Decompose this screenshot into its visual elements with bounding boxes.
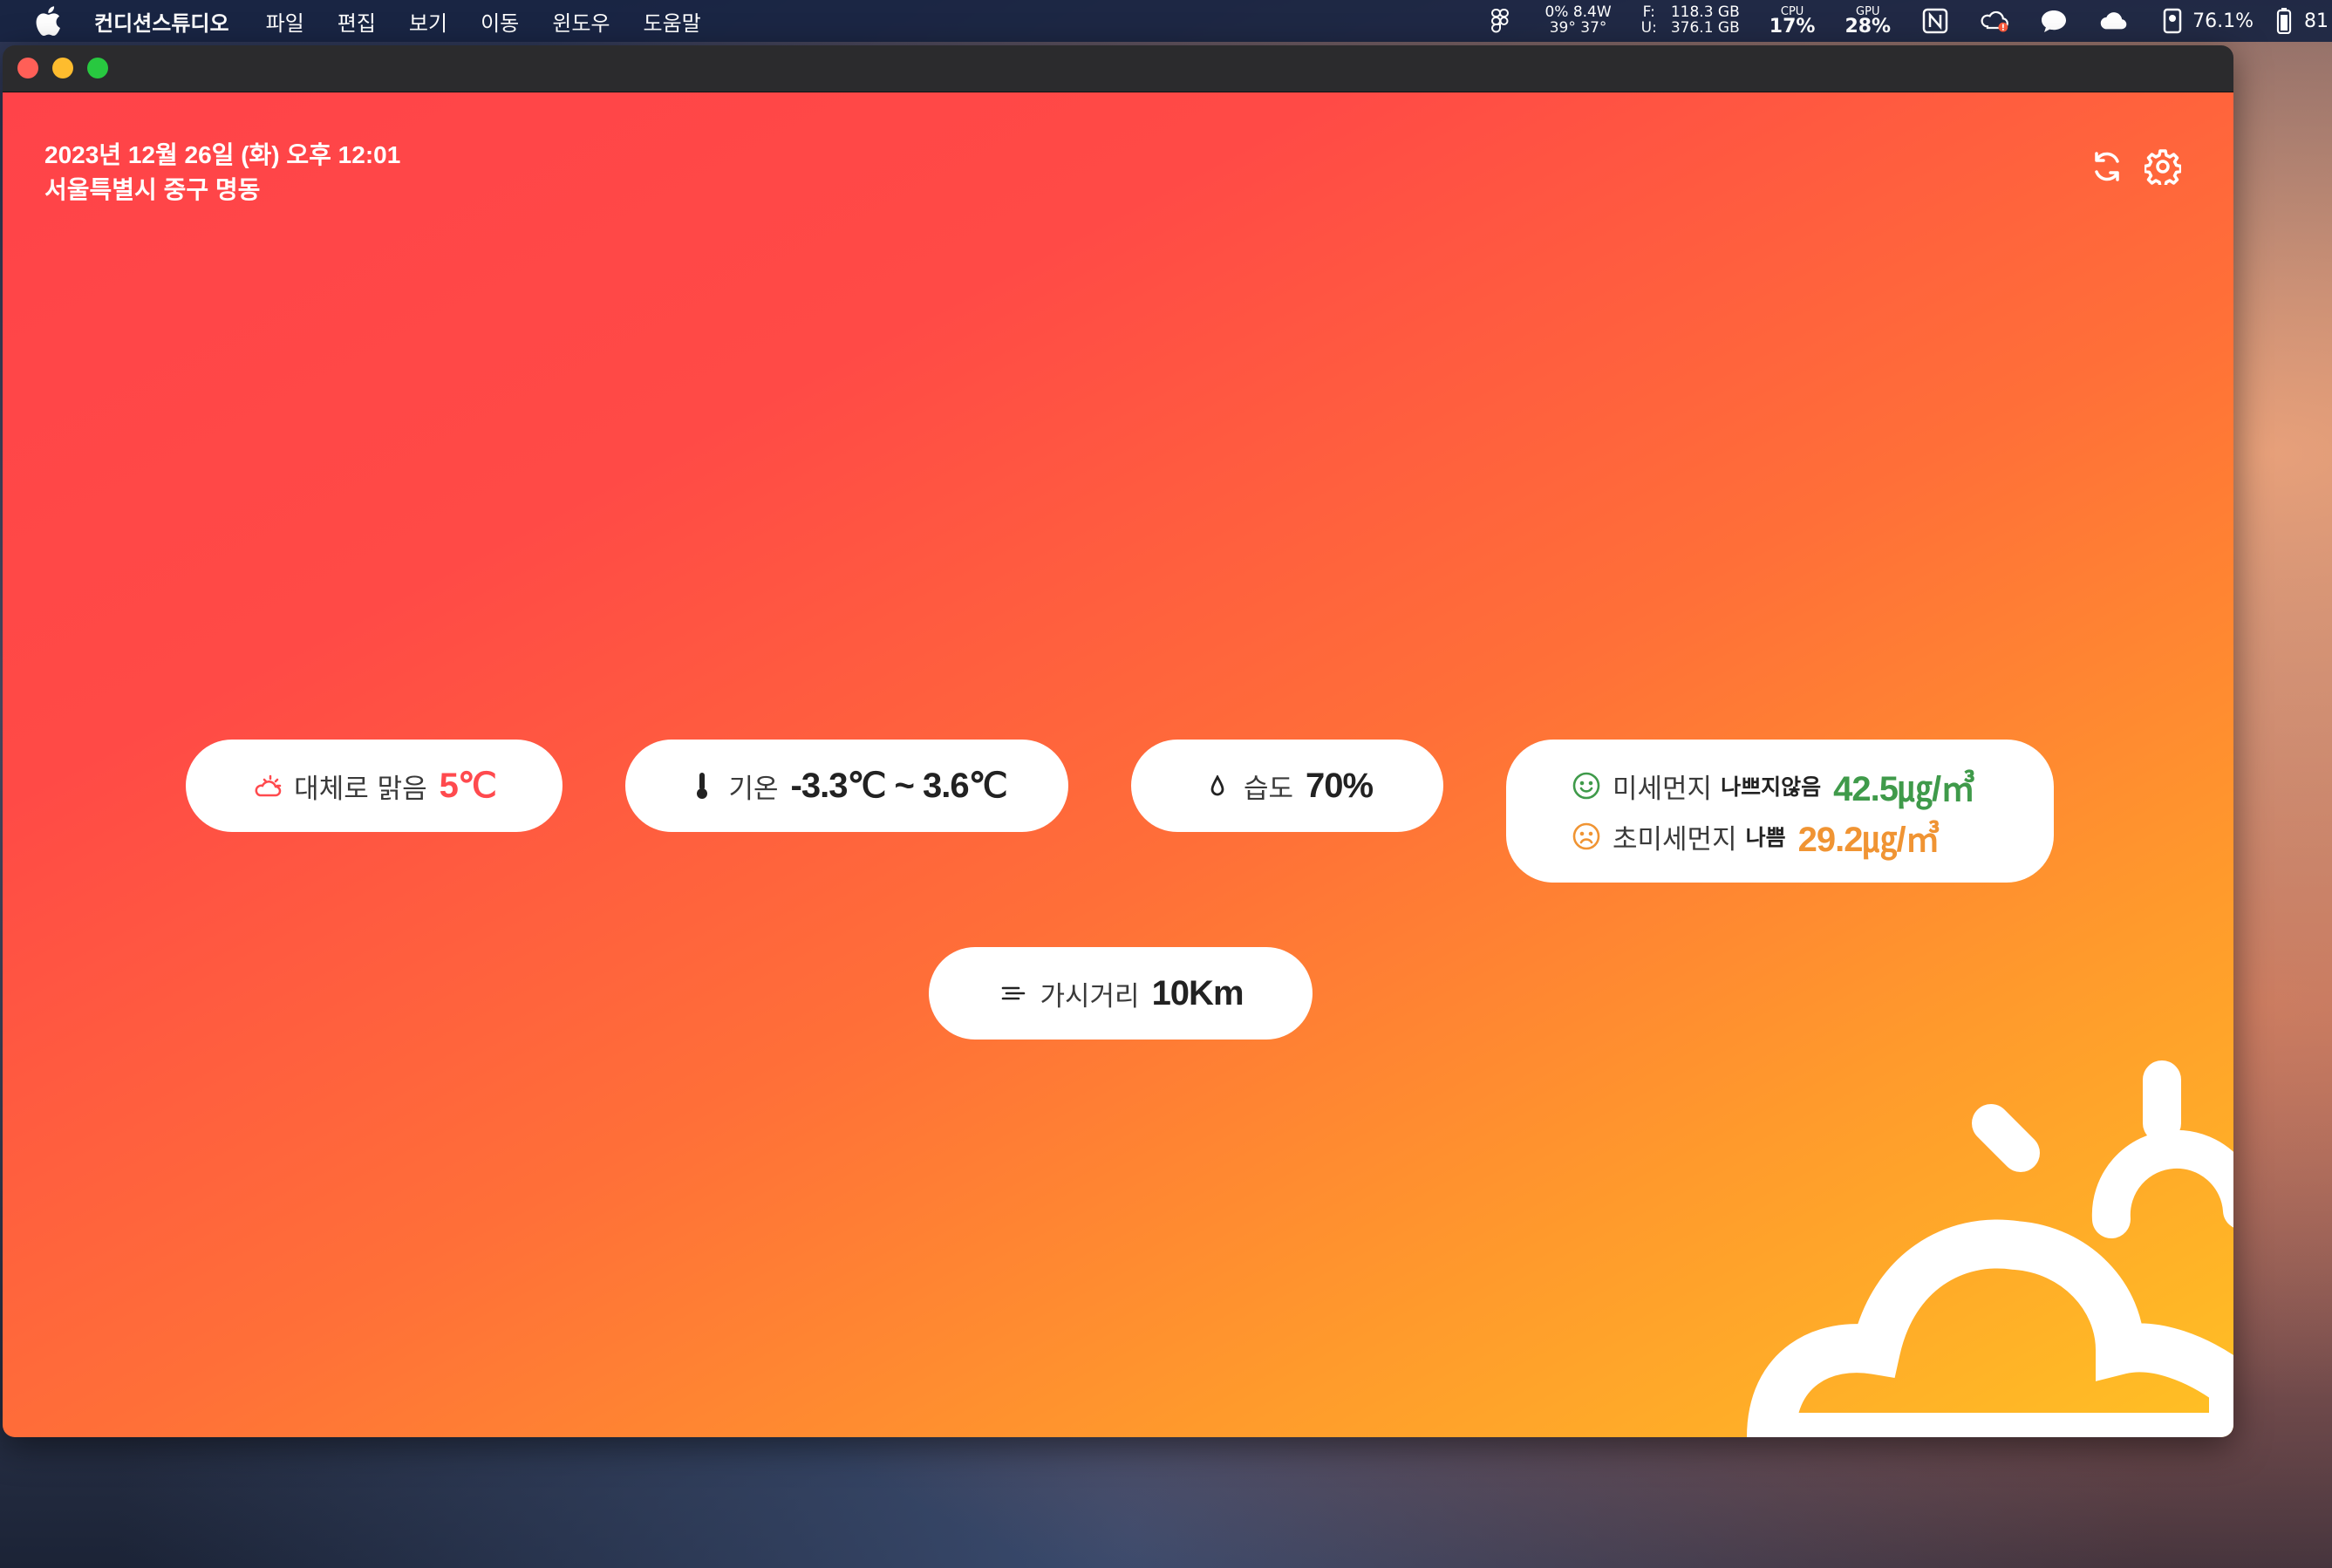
menu-edit[interactable]: 편집 [338,6,376,37]
location-text: 서울특별시 중구 명동 [44,176,261,203]
battery-value: 81 [2304,10,2329,32]
condition-temp: 5℃ [439,767,497,805]
minimize-button[interactable] [52,58,73,78]
cloud-weather-icon[interactable] [2098,6,2128,36]
apple-menu-icon[interactable] [35,6,61,37]
close-button[interactable] [17,58,38,78]
settings-gear-icon[interactable] [2144,148,2181,185]
humidity-pill: 습도 70% [1131,740,1443,832]
condition-pill: 대체로 맑음 5℃ [186,740,563,832]
menu-help[interactable]: 도움말 [644,6,701,37]
battery-icon[interactable] [2269,6,2299,36]
sad-face-icon [1571,821,1602,852]
power-stat[interactable]: 0% 8.4W 39° 37° [1544,4,1611,37]
pm10-grade: 나쁘지않음 [1721,774,1822,800]
pm10-label: 미세먼지 [1613,773,1713,805]
refresh-icon[interactable] [2089,148,2125,185]
temperature-range: -3.3℃ ~ 3.6℃ [790,767,1008,805]
visibility-label: 가시거리 [1040,980,1140,1012]
menu-view[interactable]: 보기 [409,6,447,37]
pm25-value: 29.2㎍/㎥ [1797,821,1940,859]
pm25-grade: 나쁨 [1745,825,1786,850]
sun-cloud-illustration [1746,1060,2233,1437]
datetime-text: 2023년 12월 26일 (화) 오후 12:01 [44,141,401,168]
disk-drive-icon[interactable] [2158,6,2187,36]
pm10-row: 미세먼지 나쁘지않음 42.5㎍/㎥ [1571,760,1975,811]
app-window: 2023년 12월 26일 (화) 오후 12:01 서울특별시 중구 명동 대… [3,45,2233,1437]
messages-icon[interactable] [2039,6,2069,36]
water-drop-icon [1202,770,1233,801]
gpu-value: 28% [1844,15,1892,37]
notion-icon[interactable] [1920,6,1950,36]
status-area: 0% 8.4W 39° 37° F: U: 118.3 GB 376.1 GB … [1485,0,2332,42]
cpu-stat[interactable]: CPU 17% [1769,6,1816,37]
visibility-value: 10Km [1151,973,1244,1012]
weather-content: 2023년 12월 26일 (화) 오후 12:01 서울특별시 중구 명동 대… [3,92,2233,1437]
air-quality-pill: 미세먼지 나쁘지않음 42.5㎍/㎥ 초미세먼지 나쁨 29.2㎍/㎥ [1506,740,2054,883]
gpu-stat[interactable]: GPU 28% [1844,6,1891,37]
maximize-button[interactable] [87,58,108,78]
title-bar [3,45,2233,92]
menu-go[interactable]: 이동 [481,6,519,37]
menu-file[interactable]: 파일 [266,6,304,37]
power-stat-bottom: 39° 37° [1549,19,1607,37]
humidity-label: 습도 [1243,773,1293,805]
temperature-pill: 기온 -3.3℃ ~ 3.6℃ [625,740,1068,832]
partly-sunny-icon [252,770,283,801]
disk-stat[interactable]: 118.3 GB 376.1 GB [1670,4,1740,37]
temperature-label: 기온 [728,773,779,805]
pm25-label: 초미세먼지 [1613,823,1737,856]
condition-label: 대체로 맑음 [294,773,427,805]
fog-lines-icon [998,978,1029,1009]
header-info: 2023년 12월 26일 (화) 오후 12:01 서울특별시 중구 명동 [44,138,400,208]
menu-app-name[interactable]: 컨디션스튜디오 [94,6,229,37]
visibility-pill: 가시거리 10Km [929,947,1313,1040]
disk-percent[interactable]: 76.1% [2192,10,2254,32]
pm10-value: 42.5㎍/㎥ [1833,770,1975,808]
disk-labels: F: U: [1640,4,1657,37]
cpu-value: 17% [1769,15,1816,37]
menu-bar: 컨디션스튜디오 파일 편집 보기 이동 윈도우 도움말 0% 8.4W 39° … [0,0,2332,42]
thermometer-icon [686,770,718,801]
menu-window[interactable]: 윈도우 [552,6,610,37]
disk-bottom: 376.1 GB [1670,19,1740,37]
figma-icon[interactable] [1485,6,1515,36]
pm25-row: 초미세먼지 나쁨 29.2㎍/㎥ [1571,811,1940,862]
top-actions [2089,148,2181,185]
disk-label-u: U: [1640,19,1657,37]
creative-cloud-icon[interactable] [1980,6,2009,36]
smile-face-icon [1571,770,1602,801]
humidity-value: 70% [1305,766,1374,805]
